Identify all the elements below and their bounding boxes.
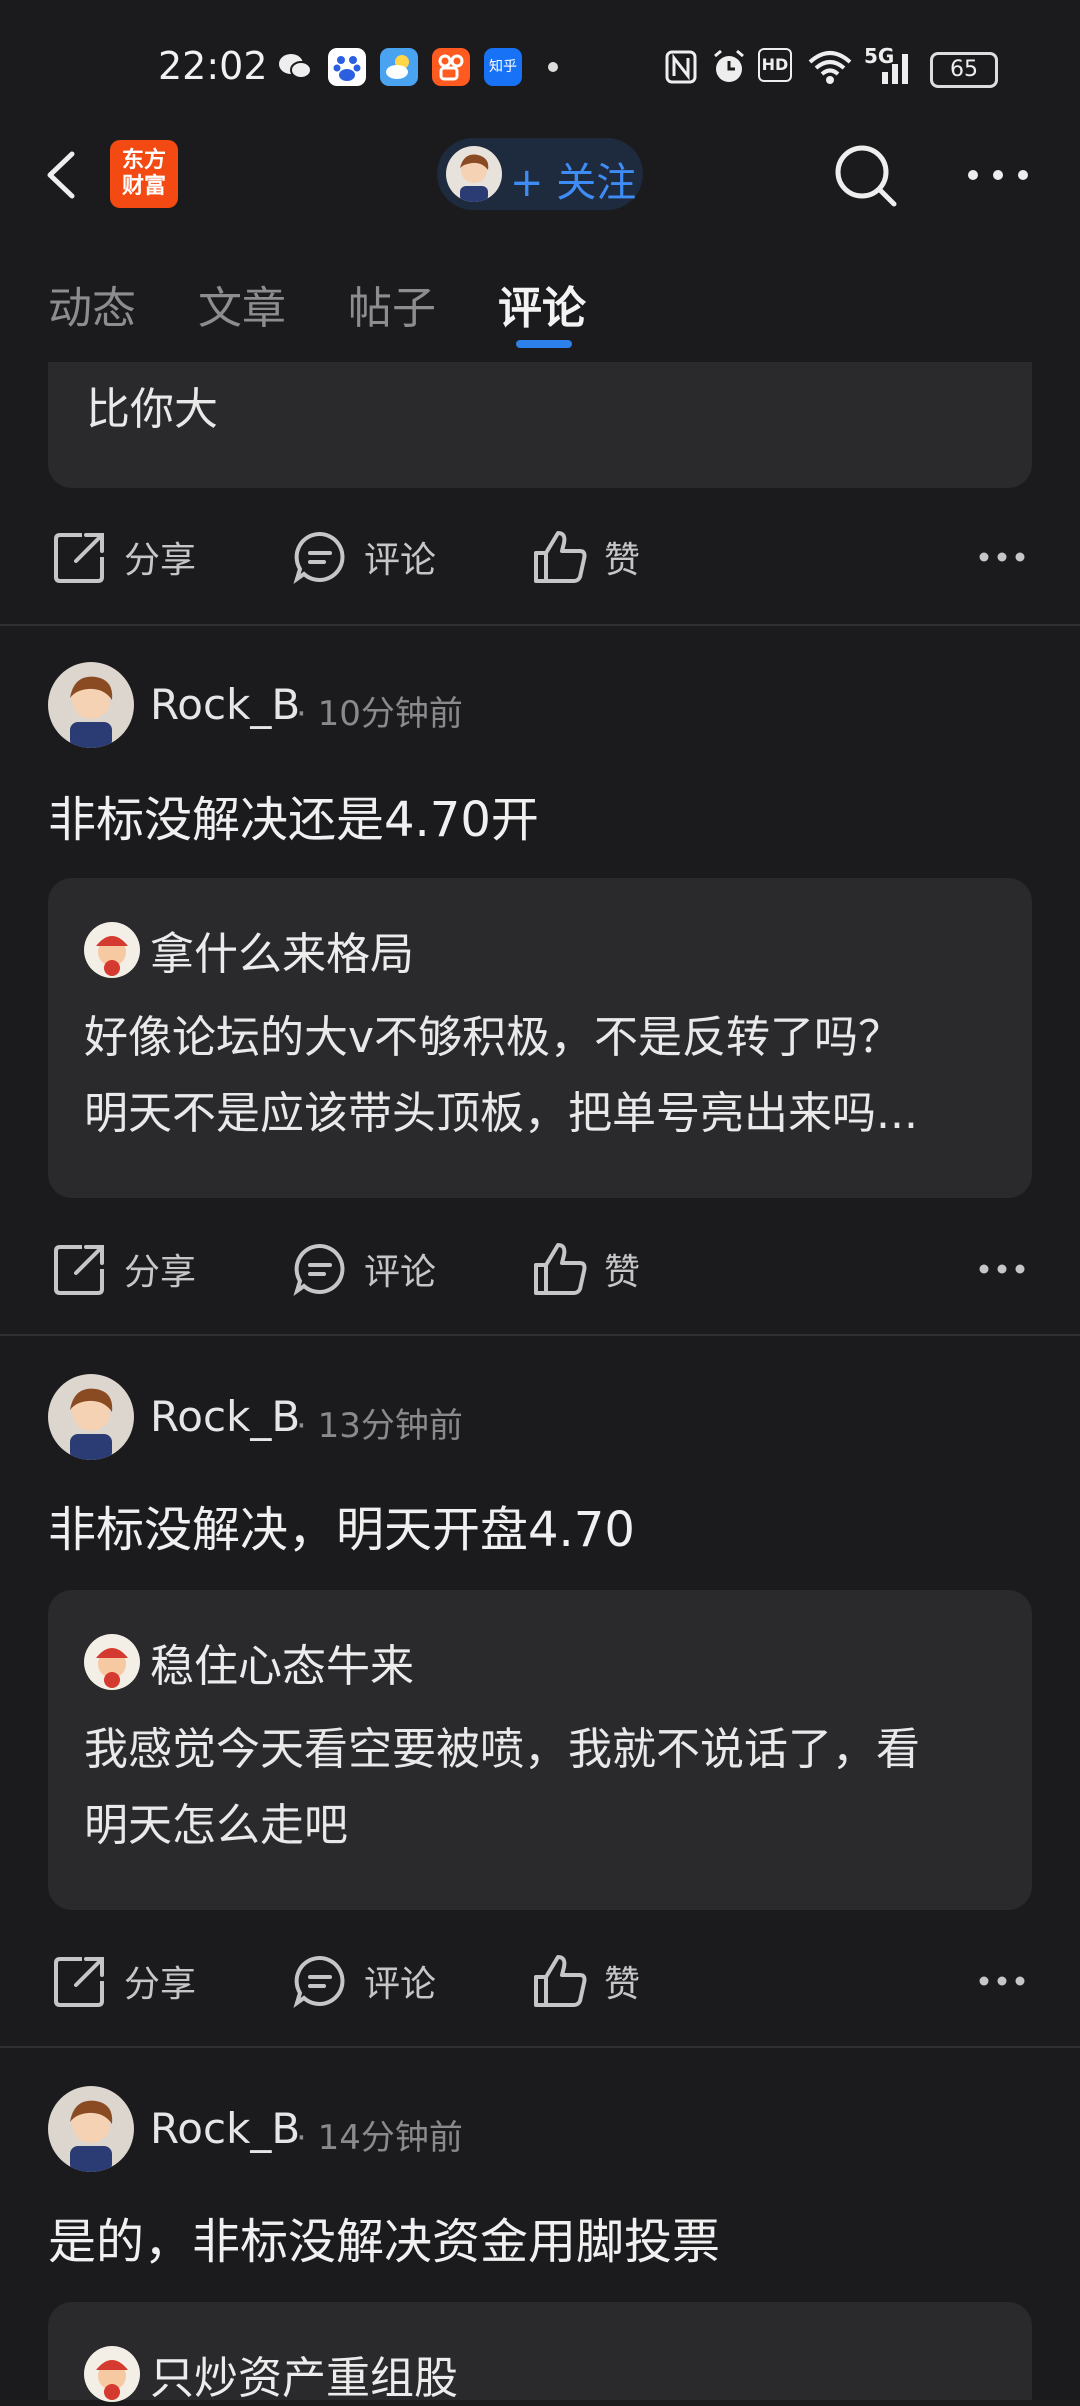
quote-card[interactable]: 拿什么来格局 好像论坛的大v不够积极，不是反转了吗？ 明天不是应该带头顶板，把单… — [48, 878, 1032, 1198]
back-arrow-icon[interactable] — [42, 150, 82, 200]
quote-author-avatar — [84, 1634, 140, 1690]
status-bar: 22:02 知乎 HD 5G 65 — [0, 0, 1080, 135]
logo-line-2: 财富 — [121, 174, 166, 199]
notification-dot — [548, 62, 558, 72]
post-text[interactable]: 非标没解决还是4.70开 — [48, 780, 539, 850]
more-icon[interactable] — [978, 1975, 1026, 1987]
quote-author-name: 只炒资产重组股 — [150, 2353, 458, 2404]
thumbs-up-icon — [534, 1955, 587, 2007]
quote-author-avatar — [84, 2346, 140, 2402]
status-time: 22:02 — [158, 44, 268, 88]
quote-text: 比你大 — [86, 384, 218, 435]
author-avatar[interactable] — [48, 1374, 134, 1460]
tab-comments[interactable]: 评论 — [498, 272, 586, 336]
share-button[interactable]: 分享 — [52, 522, 196, 592]
comment-button[interactable]: 评论 — [292, 1946, 436, 2016]
active-tab-indicator — [516, 340, 572, 348]
share-button[interactable]: 分享 — [52, 1946, 196, 2016]
like-label: 赞 — [604, 1964, 641, 2005]
more-options-icon[interactable] — [966, 168, 1030, 182]
quote-author-name: 拿什么来格局 — [150, 929, 414, 980]
logo-line-1: 东方 — [121, 148, 166, 173]
comment-icon — [293, 531, 345, 585]
comment-label: 评论 — [364, 1252, 437, 1293]
thumbs-up-icon — [534, 1243, 587, 1295]
action-bar: 分享 评论 赞 — [0, 522, 1080, 592]
battery-indicator: 65 — [930, 52, 998, 88]
quote-card[interactable]: 只炒资产重组股 — [48, 2302, 1032, 2404]
zhihu-icon: 知乎 — [484, 48, 522, 86]
like-button[interactable]: 赞 — [532, 1234, 640, 1304]
post-time: · 13分钟前 — [296, 1406, 463, 1446]
quote-author-avatar — [84, 922, 140, 978]
post-text[interactable]: 是的，非标没解决资金用脚投票 — [48, 2202, 720, 2272]
comment-button[interactable]: 评论 — [292, 1234, 436, 1304]
eastmoney-logo[interactable]: 东方 财富 — [110, 140, 178, 208]
baidu-icon — [328, 48, 366, 86]
quote-line-1: 我感觉今天看空要被喷，我就不说话了，看 — [84, 1724, 920, 1775]
like-label: 赞 — [604, 540, 641, 581]
quote-author-name: 稳住心态牛来 — [150, 1641, 414, 1692]
hd-icon: HD — [758, 48, 792, 82]
like-button[interactable]: 赞 — [532, 1946, 640, 2016]
quote-line-2: 明天怎么走吧 — [84, 1800, 348, 1851]
kuaishou-icon — [432, 48, 470, 86]
signal-icon — [882, 54, 908, 84]
like-button[interactable]: 赞 — [532, 522, 640, 592]
comment-label: 评论 — [364, 1964, 437, 2005]
post-text[interactable]: 非标没解决，明天开盘4.70 — [48, 1490, 635, 1560]
thumbs-up-icon — [534, 531, 587, 583]
weather-icon — [380, 48, 418, 86]
more-icon[interactable] — [978, 1263, 1026, 1275]
profile-avatar[interactable] — [446, 146, 502, 202]
comment-icon — [293, 1955, 345, 2009]
quote-line-1: 好像论坛的大v不够积极，不是反转了吗？ — [84, 1012, 903, 1063]
action-bar: 分享 评论 赞 — [0, 1946, 1080, 2016]
quote-line-2: 明天不是应该带头顶板，把单号亮出来吗... — [84, 1088, 918, 1139]
author-name[interactable]: Rock_B — [150, 680, 300, 729]
alarm-icon — [714, 49, 744, 82]
share-icon — [54, 1245, 104, 1295]
tab-posts[interactable]: 帖子 — [348, 272, 436, 336]
search-icon[interactable] — [830, 140, 902, 212]
action-bar: 分享 评论 赞 — [0, 1234, 1080, 1304]
share-label: 分享 — [124, 540, 197, 581]
tab-articles[interactable]: 文章 — [198, 272, 286, 336]
like-label: 赞 — [604, 1252, 641, 1293]
wechat-icon — [279, 54, 312, 79]
more-icon[interactable] — [978, 551, 1026, 563]
divider — [0, 2046, 1080, 2048]
comment-label: 评论 — [364, 540, 437, 581]
share-label: 分享 — [124, 1964, 197, 2005]
author-name[interactable]: Rock_B — [150, 2104, 300, 2153]
comment-button[interactable]: 评论 — [292, 522, 436, 592]
wifi-icon — [808, 51, 852, 84]
post-time: · 14分钟前 — [296, 2118, 463, 2158]
author-avatar[interactable] — [48, 662, 134, 748]
divider — [0, 624, 1080, 626]
post-time: · 10分钟前 — [296, 694, 463, 734]
tab-dynamics[interactable]: 动态 — [48, 272, 136, 336]
share-icon — [54, 1957, 104, 2007]
author-name[interactable]: Rock_B — [150, 1392, 300, 1441]
author-avatar[interactable] — [48, 2086, 134, 2172]
quote-card[interactable]: 稳住心态牛来 我感觉今天看空要被喷，我就不说话了，看 明天怎么走吧 — [48, 1590, 1032, 1910]
nfc-icon — [665, 50, 697, 84]
share-button[interactable]: 分享 — [52, 1234, 196, 1304]
share-icon — [54, 533, 104, 583]
comment-icon — [293, 1243, 345, 1297]
divider — [0, 1334, 1080, 1336]
follow-label[interactable]: + 关注 — [510, 150, 636, 208]
share-label: 分享 — [124, 1252, 197, 1293]
quote-card[interactable]: 比你大 — [48, 362, 1032, 488]
